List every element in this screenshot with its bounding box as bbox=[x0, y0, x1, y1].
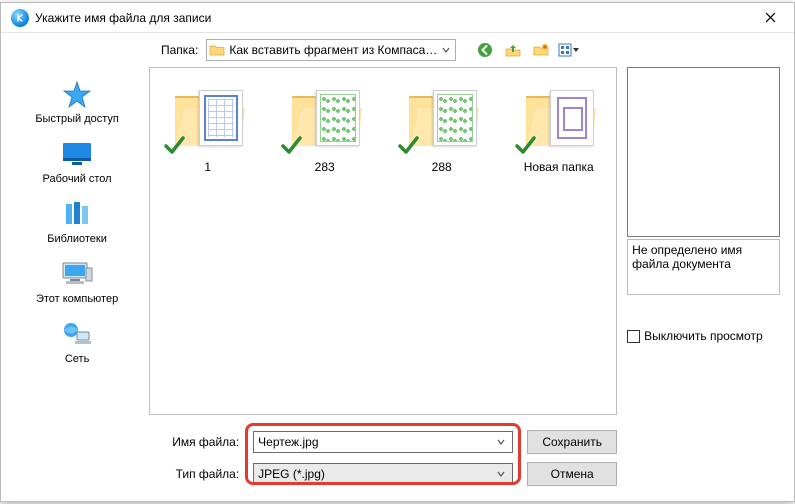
chevron-down-icon bbox=[494, 438, 508, 446]
folder-item-name: 283 bbox=[277, 160, 372, 174]
place-this-pc[interactable]: Этот компьютер bbox=[15, 255, 139, 315]
filename-input[interactable]: Чертеж.jpg bbox=[253, 431, 513, 453]
place-libraries[interactable]: Библиотеки bbox=[15, 195, 139, 255]
libraries-icon bbox=[59, 199, 95, 229]
places-sidebar: Быстрый доступ Рабочий стол Библиотеки Э… bbox=[15, 67, 139, 487]
chevron-down-icon bbox=[439, 46, 453, 54]
network-icon bbox=[59, 319, 95, 349]
filetype-dropdown[interactable]: JPEG (*.jpg) bbox=[253, 463, 513, 485]
title-bar: Укажите имя файла для записи bbox=[1, 3, 794, 33]
file-list[interactable]: 1 283 288 bbox=[149, 67, 617, 415]
folder-item[interactable]: Новая папка bbox=[511, 82, 606, 400]
folder-icon bbox=[209, 42, 225, 58]
place-label: Сеть bbox=[15, 353, 139, 365]
computer-icon bbox=[59, 259, 95, 289]
app-icon bbox=[11, 9, 29, 27]
place-label: Быстрый доступ bbox=[15, 113, 139, 125]
preview-message: Не определено имя файла документа bbox=[627, 239, 780, 295]
filetype-value: JPEG (*.jpg) bbox=[258, 467, 494, 481]
place-label: Рабочий стол bbox=[15, 173, 139, 185]
filetype-label: Тип файла: bbox=[149, 467, 239, 481]
place-desktop[interactable]: Рабочий стол bbox=[15, 135, 139, 195]
save-button[interactable]: Сохранить bbox=[527, 430, 617, 454]
folder-toolbar: Папка: Как вставить фрагмент из Компаса … bbox=[1, 33, 794, 67]
place-label: Этот компьютер bbox=[15, 293, 139, 305]
close-button[interactable] bbox=[750, 4, 790, 32]
place-network[interactable]: Сеть bbox=[15, 315, 139, 375]
new-folder-button[interactable] bbox=[530, 39, 552, 61]
chevron-down-icon bbox=[494, 470, 508, 478]
preview-pane bbox=[627, 67, 780, 237]
folder-item-name: 1 bbox=[160, 160, 255, 174]
folder-path-text: Как вставить фрагмент из Компаса в Вор bbox=[229, 43, 439, 57]
up-button[interactable] bbox=[502, 39, 524, 61]
folder-item-name: Новая папка bbox=[511, 160, 606, 174]
folder-path-dropdown[interactable]: Как вставить фрагмент из Компаса в Вор bbox=[206, 39, 456, 61]
folder-label: Папка: bbox=[161, 43, 198, 57]
filename-value: Чертеж.jpg bbox=[258, 435, 494, 449]
place-label: Библиотеки bbox=[15, 233, 139, 245]
place-quick-access[interactable]: Быстрый доступ bbox=[15, 75, 139, 135]
save-dialog: Укажите имя файла для записи Папка: Как … bbox=[0, 2, 795, 502]
disable-preview-checkbox[interactable]: Выключить просмотр bbox=[627, 329, 780, 343]
window-title: Укажите имя файла для записи bbox=[35, 11, 750, 25]
desktop-icon bbox=[59, 139, 95, 169]
folder-item-name: 288 bbox=[394, 160, 489, 174]
filename-label: Имя файла: bbox=[149, 435, 239, 449]
disable-preview-label: Выключить просмотр bbox=[644, 329, 762, 343]
folder-item[interactable]: 1 bbox=[160, 82, 255, 400]
checkbox-icon bbox=[627, 330, 640, 343]
cancel-button[interactable]: Отмена bbox=[527, 462, 617, 486]
back-button[interactable] bbox=[474, 39, 496, 61]
folder-item[interactable]: 283 bbox=[277, 82, 372, 400]
quick-access-icon bbox=[59, 79, 95, 109]
view-menu-button[interactable] bbox=[558, 39, 580, 61]
folder-item[interactable]: 288 bbox=[394, 82, 489, 400]
